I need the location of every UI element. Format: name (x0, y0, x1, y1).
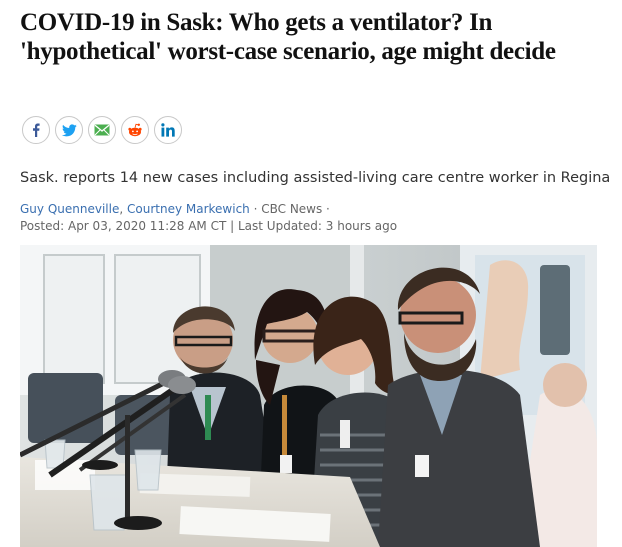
author-link-1[interactable]: Guy Quenneville (20, 202, 119, 216)
twitter-icon (61, 123, 77, 136)
timestamp-line: Posted: Apr 03, 2020 11:28 AM CT | Last … (20, 218, 397, 235)
article-headline: COVID-19 in Sask: Who gets a ventilator?… (20, 9, 556, 65)
author-separator: , (119, 202, 124, 216)
posted-label: Posted: (20, 219, 65, 233)
linkedin-icon (161, 123, 175, 137)
share-facebook-button[interactable] (22, 116, 50, 144)
updated-value: 3 hours ago (325, 219, 398, 233)
share-reddit-button[interactable] (121, 116, 149, 144)
article-photo (20, 245, 597, 547)
share-email-button[interactable] (88, 116, 116, 144)
share-bar (22, 116, 182, 144)
share-twitter-button[interactable] (55, 116, 83, 144)
updated-label: Last Updated: (238, 219, 322, 233)
facebook-icon (33, 123, 40, 137)
updated-separator: | (230, 219, 235, 233)
source-label: · CBC News · (253, 202, 330, 216)
reddit-icon (128, 123, 142, 137)
share-linkedin-button[interactable] (154, 116, 182, 144)
author-link-2[interactable]: Courtney Markewich (127, 202, 250, 216)
article-subheadline: Sask. reports 14 new cases including ass… (20, 170, 611, 186)
byline: Guy Quenneville, Courtney Markewich · CB… (20, 201, 397, 235)
posted-date: Apr 03, 2020 11:28 AM CT (67, 219, 227, 233)
author-line: Guy Quenneville, Courtney Markewich · CB… (20, 201, 397, 218)
email-icon (94, 124, 110, 136)
